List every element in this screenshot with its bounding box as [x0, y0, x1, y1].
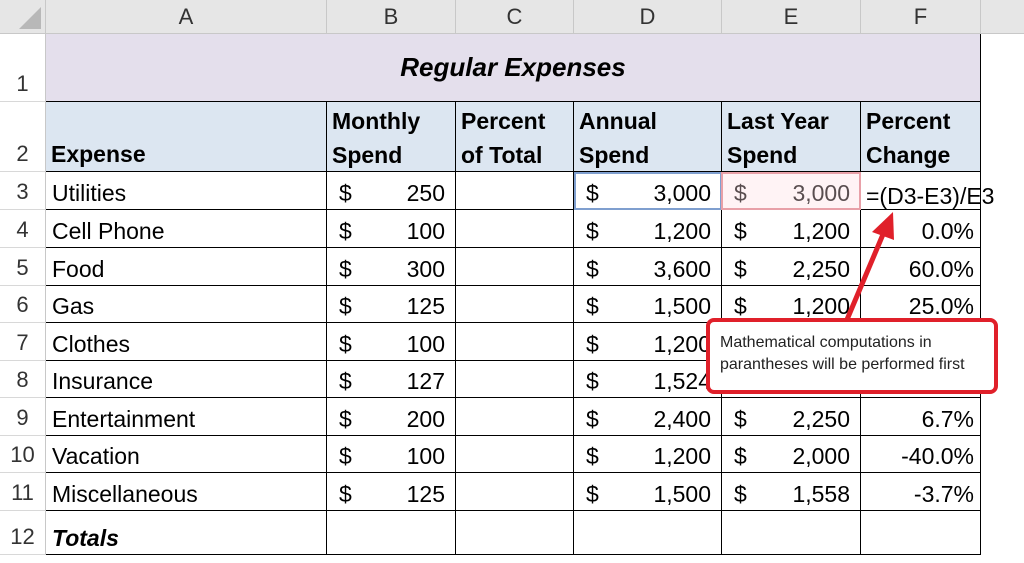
callout-note: Mathematical computations in parantheses… [706, 318, 998, 394]
spreadsheet: A B C D E F 1 2 3 4 5 6 7 8 9 10 11 12 R… [0, 0, 1024, 563]
callout-arrow-icon [843, 212, 894, 323]
